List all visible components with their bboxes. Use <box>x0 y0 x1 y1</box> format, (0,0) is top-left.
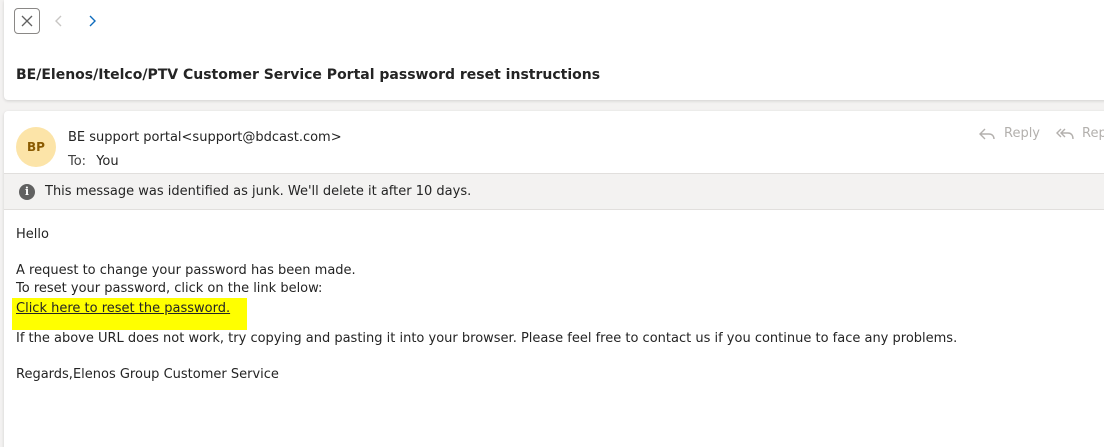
body-greeting: Hello <box>16 227 49 242</box>
message-body: Hello A request to change your password … <box>12 226 958 384</box>
chevron-left-icon <box>55 15 62 27</box>
close-button[interactable] <box>14 8 40 34</box>
reading-pane: BE/Elenos/Itelco/PTV Customer Service Po… <box>0 0 1104 447</box>
previous-message-button[interactable] <box>50 12 68 30</box>
reply-button[interactable]: Reply <box>978 126 1040 141</box>
next-message-button[interactable] <box>83 12 101 30</box>
chevron-right-icon <box>89 15 96 27</box>
message-card: BP BE support portal<support@bdcast.com>… <box>4 111 1104 447</box>
reply-icon <box>979 128 995 139</box>
info-icon: i <box>19 183 35 200</box>
message-header-card: BE/Elenos/Itelco/PTV Customer Service Po… <box>4 0 1104 100</box>
link-highlight: Click here to reset the password. <box>12 298 248 330</box>
reply-all-button[interactable]: Rep <box>1056 126 1104 141</box>
junk-notice-bar: i This message was identified as junk. W… <box>4 173 1104 210</box>
body-signoff: Regards,Elenos Group Customer Service <box>16 367 279 382</box>
reply-label: Reply <box>1004 126 1041 141</box>
to-label: To: <box>68 154 87 169</box>
recipient-name[interactable]: You <box>96 154 118 169</box>
junk-notice-text: This message was identified as junk. We'… <box>45 184 472 199</box>
reset-password-link[interactable]: Click here to reset the password. <box>16 301 230 316</box>
body-line: A request to change your password has be… <box>16 263 356 278</box>
reply-all-icon <box>1056 128 1074 139</box>
reply-all-label: Rep <box>1082 126 1104 141</box>
close-icon <box>21 15 33 27</box>
body-line: If the above URL does not work, try copy… <box>16 331 958 346</box>
sender-name[interactable]: BE support portal<support@bdcast.com> <box>68 130 342 145</box>
recipient-line: To: You <box>68 154 119 169</box>
message-subject: BE/Elenos/Itelco/PTV Customer Service Po… <box>16 67 601 83</box>
body-line: To reset your password, click on the lin… <box>16 281 323 296</box>
avatar[interactable]: BP <box>16 127 56 167</box>
